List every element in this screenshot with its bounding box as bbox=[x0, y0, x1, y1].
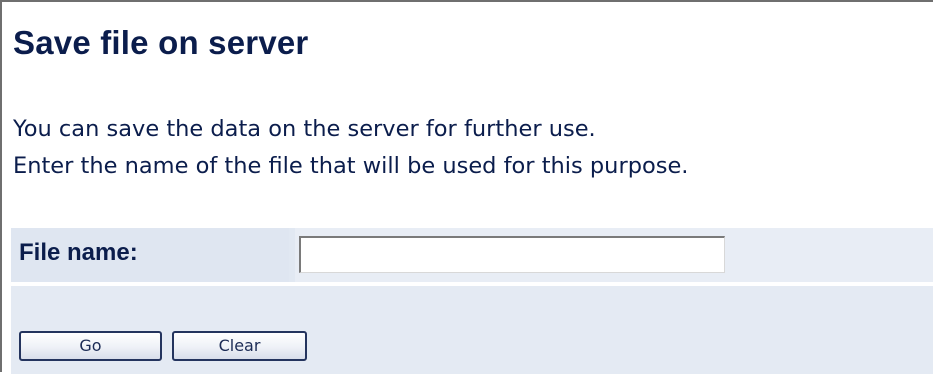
save-file-panel: Save file on server You can save the dat… bbox=[0, 0, 933, 374]
file-name-input[interactable] bbox=[299, 236, 725, 273]
file-name-input-cell bbox=[295, 228, 933, 282]
description-line-2: Enter the name of the file that will be … bbox=[13, 153, 689, 179]
clear-button[interactable]: Clear bbox=[172, 331, 307, 361]
description-line-1: You can save the data on the server for … bbox=[13, 116, 596, 142]
page-title: Save file on server bbox=[13, 24, 309, 61]
file-name-label-cell: File name: bbox=[11, 228, 289, 282]
file-name-label: File name: bbox=[19, 239, 138, 266]
go-button[interactable]: Go bbox=[19, 331, 162, 361]
file-name-row: File name: bbox=[11, 228, 933, 282]
button-row: Go Clear bbox=[11, 286, 933, 374]
